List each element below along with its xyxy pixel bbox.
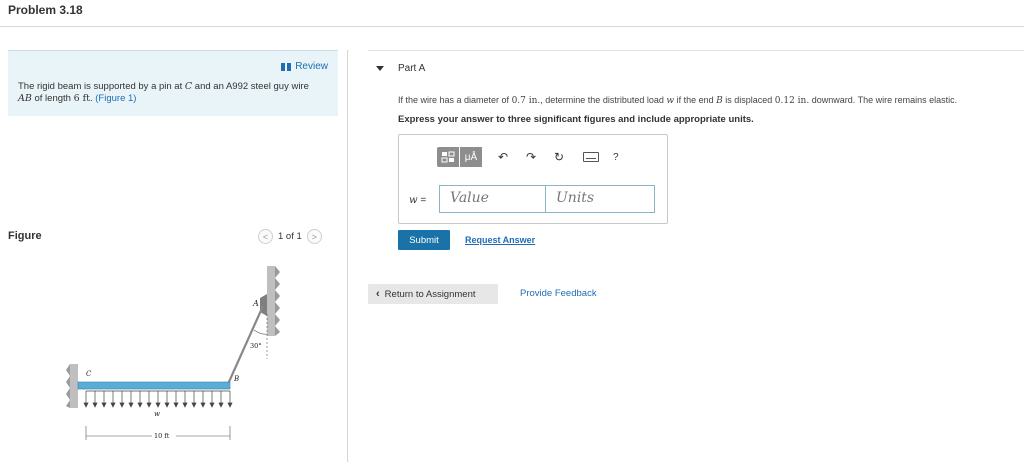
- question-part: , determine the distributed load: [540, 95, 667, 105]
- label-w: w: [154, 410, 160, 418]
- help-button[interactable]: ?: [613, 152, 619, 163]
- load-arrow-head: [137, 402, 143, 408]
- label-dimension: 10 ft: [154, 432, 170, 440]
- part-a-title: Part A: [398, 63, 426, 74]
- problem-text-part: and an A992 steel guy wire: [192, 81, 309, 92]
- figure-pager: < 1 of 1 >: [258, 229, 322, 244]
- beam-figure: A B C w 30° 10 ft: [66, 266, 280, 440]
- value-input[interactable]: Value: [439, 185, 547, 213]
- answer-variable: w: [409, 195, 418, 206]
- b-symbol: B: [716, 96, 723, 106]
- chevron-right-icon[interactable]: >: [306, 229, 322, 244]
- figure-heading: Figure: [8, 230, 42, 242]
- templates-icon[interactable]: [437, 147, 459, 167]
- undo-icon[interactable]: ↶: [491, 147, 515, 167]
- keyboard-icon[interactable]: [583, 152, 599, 162]
- segment-ab-symbol: AB: [18, 93, 32, 104]
- chevron-left-icon: ‹: [376, 288, 380, 300]
- label-a: A: [252, 299, 259, 308]
- load-arrow-head: [173, 402, 179, 408]
- return-to-assignment-button[interactable]: ‹ Return to Assignment: [368, 284, 498, 304]
- angle-arc: [253, 329, 268, 335]
- load-arrow-head: [164, 402, 170, 408]
- problem-text: The rigid beam is supported by a pin at …: [18, 81, 330, 105]
- load-arrow-head: [209, 402, 215, 408]
- figure-link[interactable]: (Figure 1): [95, 93, 136, 104]
- request-answer-link[interactable]: Request Answer: [465, 235, 535, 245]
- load-arrow-head: [227, 402, 233, 408]
- math-toolbar: μÅ ↶ ↷ ↻ ?: [437, 147, 619, 167]
- label-c: C: [86, 370, 92, 378]
- pager-text: 1 of 1: [278, 231, 302, 242]
- answer-box: μÅ ↶ ↷ ↻ ? w = Value Units: [398, 134, 668, 224]
- page-title: Problem 3.18: [8, 3, 83, 17]
- length-value: 6 ft: [73, 93, 90, 104]
- units-input[interactable]: Units: [545, 185, 655, 213]
- return-label: Return to Assignment: [384, 288, 476, 300]
- review-label: Review: [295, 61, 328, 72]
- instruction-text: Express your answer to three significant…: [398, 114, 754, 125]
- rigid-beam: [77, 381, 231, 390]
- left-wall: [66, 364, 78, 408]
- load-arrow-head: [191, 402, 197, 408]
- part-a-divider: [368, 50, 1024, 51]
- part-a-column: Part A If the wire has a diameter of 0.7…: [368, 50, 1024, 462]
- column-divider: [347, 50, 348, 462]
- load-arrow-head: [146, 402, 152, 408]
- load-arrow-head: [218, 402, 224, 408]
- load-arrow-head: [155, 402, 161, 408]
- units-button[interactable]: μÅ: [460, 147, 482, 167]
- problem-column: Review The rigid beam is supported by a …: [8, 50, 338, 462]
- distributed-load-arrows: [83, 390, 233, 408]
- load-arrow-head: [200, 402, 206, 408]
- load-arrow-head: [110, 402, 116, 408]
- load-arrow-head: [101, 402, 107, 408]
- upper-wall: [267, 266, 280, 336]
- answer-label: w =: [409, 195, 426, 206]
- question-part: if the end: [674, 95, 717, 105]
- chevron-left-icon[interactable]: <: [258, 229, 273, 244]
- problem-text-part: of length: [31, 93, 74, 104]
- question-part: If the wire has a diameter of: [398, 95, 512, 105]
- w-symbol: w: [666, 96, 675, 106]
- label-angle: 30°: [250, 342, 262, 350]
- answer-equals: =: [417, 195, 427, 206]
- load-arrow-head: [182, 402, 188, 408]
- caret-down-icon[interactable]: [376, 66, 384, 71]
- load-arrow-head: [83, 402, 89, 408]
- submit-button[interactable]: Submit: [398, 230, 450, 250]
- label-b: B: [233, 375, 239, 383]
- problem-statement-panel: Review The rigid beam is supported by a …: [8, 50, 338, 116]
- title-divider: [0, 26, 1024, 27]
- displacement-value: 0.12 in.: [774, 96, 810, 106]
- provide-feedback-link[interactable]: Provide Feedback: [520, 288, 597, 299]
- load-arrow-head: [128, 402, 134, 408]
- template-group: μÅ: [437, 147, 483, 167]
- problem-text-part: The rigid beam is supported by a pin at: [18, 81, 185, 92]
- reset-icon[interactable]: ↻: [547, 147, 571, 167]
- part-a-header[interactable]: Part A: [376, 63, 425, 74]
- review-link[interactable]: Review: [281, 61, 328, 72]
- question-part: downward. The wire remains elastic.: [809, 95, 958, 105]
- redo-icon[interactable]: ↷: [519, 147, 543, 167]
- diameter-value: 0.7 in.: [511, 96, 541, 106]
- question-text: If the wire has a diameter of 0.7 in., d…: [398, 95, 1018, 106]
- book-icon: [281, 62, 292, 71]
- load-arrow-head: [119, 402, 125, 408]
- load-arrow-head: [92, 402, 98, 408]
- question-part: is displaced: [722, 95, 775, 105]
